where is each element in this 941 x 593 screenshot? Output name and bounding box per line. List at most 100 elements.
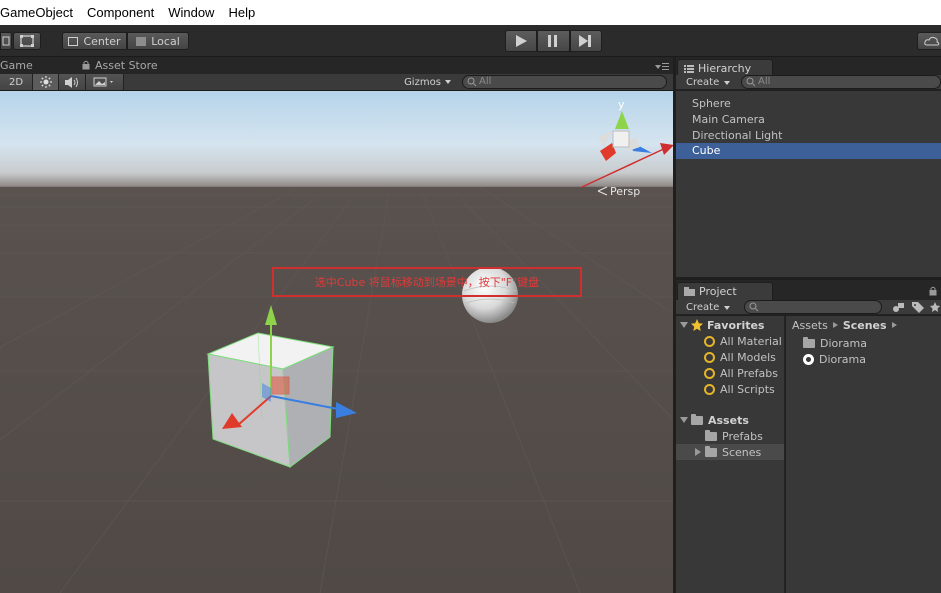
fav-label: All Prefabs xyxy=(720,366,778,380)
project-create-button[interactable]: Create xyxy=(686,301,731,314)
tag-icon[interactable] xyxy=(912,302,924,313)
project-search-input[interactable] xyxy=(744,300,882,314)
panel-menu-icon[interactable] xyxy=(655,62,669,71)
rect-tool-button[interactable] xyxy=(13,32,41,50)
tree-folder-scenes[interactable]: Scenes xyxy=(676,444,784,460)
scene-search-placeholder: All xyxy=(479,76,492,87)
project-title: Project xyxy=(699,285,737,298)
gizmos-dropdown[interactable]: Gizmos xyxy=(400,74,455,90)
assets-label: Assets xyxy=(708,413,749,427)
filter-type-icon[interactable] xyxy=(892,302,905,313)
hierarchy-search-placeholder: All xyxy=(758,76,771,87)
effects-button[interactable] xyxy=(86,74,124,90)
menu-help[interactable]: Help xyxy=(221,5,262,20)
lock-icon[interactable] xyxy=(929,286,937,296)
search-icon xyxy=(746,77,756,87)
chevron-down-icon xyxy=(724,80,731,85)
persp-icon xyxy=(597,186,608,196)
play-button[interactable] xyxy=(505,30,538,52)
image-effects-icon xyxy=(93,77,113,87)
hierarchy-item-sphere[interactable]: Sphere xyxy=(676,96,941,112)
tree-fav-all-prefabs[interactable]: All Prefabs xyxy=(704,365,778,381)
expand-arrow-icon xyxy=(680,322,688,328)
tree-fav-all-scripts[interactable]: All Scripts xyxy=(704,381,775,397)
favorites-label: Favorites xyxy=(707,318,765,332)
hierarchy-item-directional-light[interactable]: Directional Light xyxy=(676,128,941,144)
hierarchy-title: Hierarchy xyxy=(698,62,752,75)
play-controls xyxy=(505,30,602,52)
project-create-label: Create xyxy=(686,302,720,313)
tree-assets[interactable]: Assets xyxy=(680,412,749,428)
pivot-center-button[interactable]: Center xyxy=(62,32,127,50)
folder-icon xyxy=(691,413,703,425)
search-icon xyxy=(467,77,477,87)
expand-arrow-icon xyxy=(695,448,701,456)
menu-bar: GameObject Component Window Help xyxy=(0,0,941,25)
project-item-diorama-folder[interactable]: Diorama xyxy=(803,335,867,351)
cloud-icon xyxy=(924,36,940,46)
search-icon xyxy=(704,351,715,363)
scale-tool-icon xyxy=(2,36,10,46)
hierarchy-list: Sphere Main Camera Directional Light Cub… xyxy=(676,91,941,277)
audio-button[interactable] xyxy=(59,74,86,90)
scene-viewport[interactable]: y 选中Cube 将鼠标移动到场景中，按下"F"键盘 Persp xyxy=(0,91,673,593)
menu-gameobject[interactable]: GameObject xyxy=(0,5,80,20)
chevron-down-icon xyxy=(444,80,451,84)
orientation-gizmo[interactable] xyxy=(598,111,652,161)
lighting-button[interactable] xyxy=(33,74,59,90)
space-local-label: Local xyxy=(151,34,180,48)
breadcrumb-scenes[interactable]: Scenes xyxy=(843,319,887,332)
tab-project[interactable]: Project xyxy=(677,282,773,300)
space-local-button[interactable]: Local xyxy=(127,32,189,50)
tab-asset-store[interactable]: Asset Store xyxy=(95,59,158,72)
project-header: Project xyxy=(676,280,941,300)
tab-game[interactable]: Game xyxy=(0,59,33,72)
folder-icon xyxy=(705,429,717,441)
orientation-y-label: y xyxy=(618,98,625,111)
scale-tool-button[interactable] xyxy=(0,32,12,50)
lock-icon xyxy=(82,60,90,70)
pivot-center-label: Center xyxy=(83,34,121,48)
chevron-right-icon xyxy=(891,322,897,328)
hierarchy-create-button[interactable]: Create xyxy=(686,76,731,89)
play-icon xyxy=(516,35,528,47)
hierarchy-item-cube[interactable]: Cube xyxy=(676,143,941,159)
folder-label: Scenes xyxy=(722,445,762,459)
tree-favorites[interactable]: Favorites xyxy=(680,317,764,333)
mode-2d-button[interactable]: 2D xyxy=(0,74,33,90)
hierarchy-item-main-camera[interactable]: Main Camera xyxy=(676,112,941,128)
menu-window[interactable]: Window xyxy=(161,5,221,20)
local-cube-icon xyxy=(136,36,147,46)
search-icon xyxy=(704,335,715,347)
tree-fav-all-material[interactable]: All Material xyxy=(704,333,782,349)
cloud-button[interactable] xyxy=(917,32,941,50)
breadcrumb-assets[interactable]: Assets xyxy=(792,319,828,332)
scene-grid xyxy=(0,111,673,593)
star-icon xyxy=(691,319,703,331)
hierarchy-search-input[interactable]: All xyxy=(741,75,941,89)
hierarchy-toolbar: Create All xyxy=(676,75,941,90)
scene-search-input[interactable]: All xyxy=(462,75,667,89)
search-icon xyxy=(749,302,759,312)
star-icon[interactable] xyxy=(930,302,940,313)
search-icon xyxy=(704,367,715,379)
unity-scene-icon xyxy=(803,353,814,365)
toolbar: Center Local xyxy=(0,25,941,57)
menu-component[interactable]: Component xyxy=(80,5,161,20)
project-tree: Favorites All Material All Models All Pr… xyxy=(676,316,785,593)
pause-icon xyxy=(548,35,558,47)
fav-label: All Scripts xyxy=(720,382,775,396)
step-icon xyxy=(579,35,592,47)
file-label: Diorama xyxy=(820,336,867,350)
project-toolbar: Create xyxy=(676,300,941,315)
hierarchy-create-label: Create xyxy=(686,77,720,88)
persp-label[interactable]: Persp xyxy=(610,185,640,198)
step-button[interactable] xyxy=(569,30,602,52)
speaker-icon xyxy=(65,76,78,88)
project-item-diorama-scene[interactable]: Diorama xyxy=(803,351,866,367)
pause-button[interactable] xyxy=(537,30,570,52)
fav-label: All Material xyxy=(720,334,782,348)
tree-fav-all-models[interactable]: All Models xyxy=(704,349,776,365)
sun-icon xyxy=(39,76,52,88)
tree-folder-prefabs[interactable]: Prefabs xyxy=(705,428,763,444)
